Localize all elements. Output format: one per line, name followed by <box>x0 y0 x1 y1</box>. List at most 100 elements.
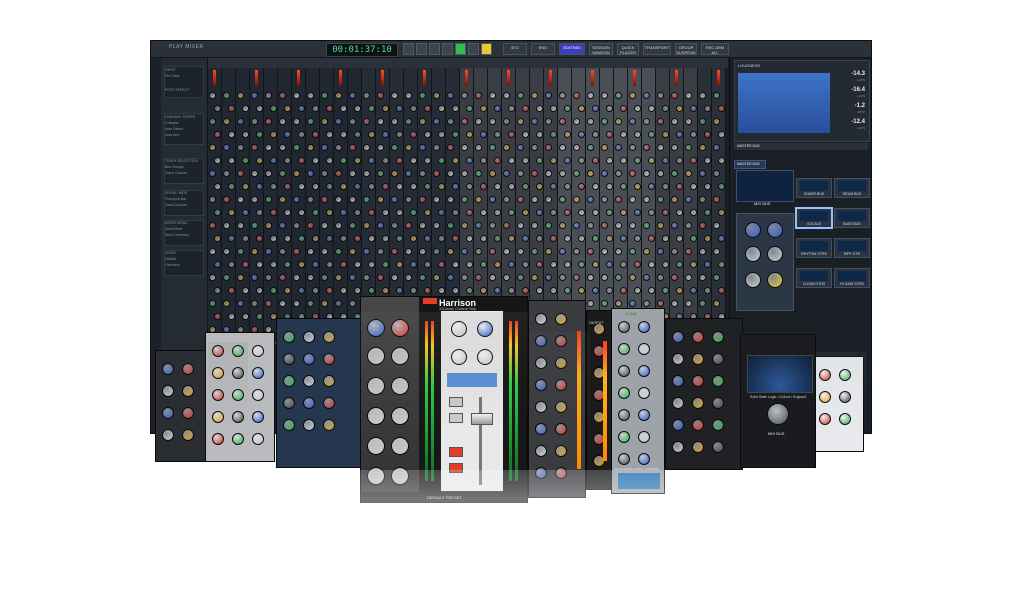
channel-knob[interactable] <box>228 183 235 190</box>
channel-knob[interactable] <box>438 157 445 164</box>
channel-knob[interactable] <box>405 118 412 125</box>
channel-knob[interactable] <box>657 196 664 203</box>
channel-knob[interactable] <box>279 222 286 229</box>
mix-bus-vu-screen[interactable] <box>736 170 794 202</box>
sidebar-item[interactable]: INPUT <box>165 68 176 72</box>
channel-knob[interactable] <box>522 157 529 164</box>
channel-knob[interactable] <box>293 92 300 99</box>
channel-knob[interactable] <box>536 105 543 112</box>
channel-knob[interactable] <box>452 157 459 164</box>
channel-knob[interactable] <box>284 209 291 216</box>
channel-knob[interactable] <box>648 183 655 190</box>
channel-knob[interactable] <box>503 170 510 177</box>
channel-knob[interactable] <box>284 183 291 190</box>
channel-knob[interactable] <box>298 209 305 216</box>
channel-knob[interactable] <box>242 105 249 112</box>
channel-knob[interactable] <box>545 170 552 177</box>
channel-knob[interactable] <box>713 144 720 151</box>
channel-knob[interactable] <box>391 92 398 99</box>
channel-knob[interactable] <box>438 183 445 190</box>
channel-knob[interactable] <box>335 92 342 99</box>
channel-knob[interactable] <box>676 105 683 112</box>
channel-knob[interactable] <box>214 131 221 138</box>
channel-knob[interactable] <box>298 131 305 138</box>
channel-knob[interactable] <box>522 183 529 190</box>
channel-knob[interactable] <box>606 209 613 216</box>
channel-knob[interactable] <box>559 92 566 99</box>
channel-knob[interactable] <box>368 183 375 190</box>
harrison-eq-knob[interactable] <box>367 437 385 455</box>
channel-knob[interactable] <box>312 131 319 138</box>
record-button[interactable] <box>481 43 492 55</box>
channel-knob[interactable] <box>461 118 468 125</box>
channel-knob[interactable] <box>475 118 482 125</box>
channel-knob[interactable] <box>503 92 510 99</box>
channel-knob[interactable] <box>718 131 725 138</box>
channel-knob[interactable] <box>671 196 678 203</box>
channel-knob[interactable] <box>685 196 692 203</box>
channel-knob[interactable] <box>335 196 342 203</box>
channel-knob[interactable] <box>368 235 375 242</box>
channel-knob[interactable] <box>452 235 459 242</box>
channel-knob[interactable] <box>363 144 370 151</box>
sidebar-item[interactable]: Auto Arm <box>165 133 179 137</box>
channel-knob[interactable] <box>676 209 683 216</box>
channel-knob[interactable] <box>298 157 305 164</box>
channel-knob[interactable] <box>256 157 263 164</box>
channel-knob[interactable] <box>452 183 459 190</box>
channel-knob[interactable] <box>326 105 333 112</box>
channel-knob[interactable] <box>578 235 585 242</box>
channel-knob[interactable] <box>536 235 543 242</box>
channel-knob[interactable] <box>321 170 328 177</box>
channel-knob[interactable] <box>657 92 664 99</box>
channel-knob[interactable] <box>284 235 291 242</box>
channel-knob[interactable] <box>433 170 440 177</box>
channel-knob[interactable] <box>573 196 580 203</box>
channel-knob[interactable] <box>643 118 650 125</box>
channel-knob[interactable] <box>447 92 454 99</box>
channel-knob[interactable] <box>377 222 384 229</box>
channel-knob[interactable] <box>550 105 557 112</box>
plugin-knob[interactable] <box>535 445 547 457</box>
channel-knob[interactable] <box>508 131 515 138</box>
channel-knob[interactable] <box>536 157 543 164</box>
channel-knob[interactable] <box>545 92 552 99</box>
plugin-knob[interactable] <box>535 467 547 479</box>
channel-knob[interactable] <box>237 118 244 125</box>
channel-knob[interactable] <box>503 196 510 203</box>
channel-knob[interactable] <box>662 157 669 164</box>
channel-knob[interactable] <box>634 183 641 190</box>
channel-knob[interactable] <box>615 196 622 203</box>
channel-knob[interactable] <box>382 209 389 216</box>
channel-knob[interactable] <box>223 170 230 177</box>
channel-knob[interactable] <box>629 222 636 229</box>
channel-knob[interactable] <box>704 157 711 164</box>
sidebar-item[interactable]: Track Colours <box>165 203 187 207</box>
channel-knob[interactable] <box>433 196 440 203</box>
channel-knob[interactable] <box>592 183 599 190</box>
channel-knob[interactable] <box>461 144 468 151</box>
channel-knob[interactable] <box>550 131 557 138</box>
channel-knob[interactable] <box>699 196 706 203</box>
channel-knob[interactable] <box>279 170 286 177</box>
channel-knob[interactable] <box>354 157 361 164</box>
channel-knob[interactable] <box>601 118 608 125</box>
channel-knob[interactable] <box>629 170 636 177</box>
sidebar-item[interactable]: TRACK SELECTION <box>165 159 198 163</box>
channel-knob[interactable] <box>335 118 342 125</box>
channel-knob[interactable] <box>620 183 627 190</box>
toolbar-tab[interactable]: GROUP SUSPEND <box>675 43 697 55</box>
channel-knob[interactable] <box>620 235 627 242</box>
channel-knob[interactable] <box>718 105 725 112</box>
channel-knob[interactable] <box>475 222 482 229</box>
channel-knob[interactable] <box>209 144 216 151</box>
bus-tile[interactable]: VOCALS <box>796 208 832 228</box>
channel-knob[interactable] <box>606 105 613 112</box>
channel-knob[interactable] <box>251 196 258 203</box>
stop-button[interactable] <box>416 43 427 55</box>
fast-forward-button[interactable] <box>429 43 440 55</box>
channel-knob[interactable] <box>615 118 622 125</box>
channel-knob[interactable] <box>377 92 384 99</box>
channel-knob[interactable] <box>671 144 678 151</box>
channel-knob[interactable] <box>480 131 487 138</box>
